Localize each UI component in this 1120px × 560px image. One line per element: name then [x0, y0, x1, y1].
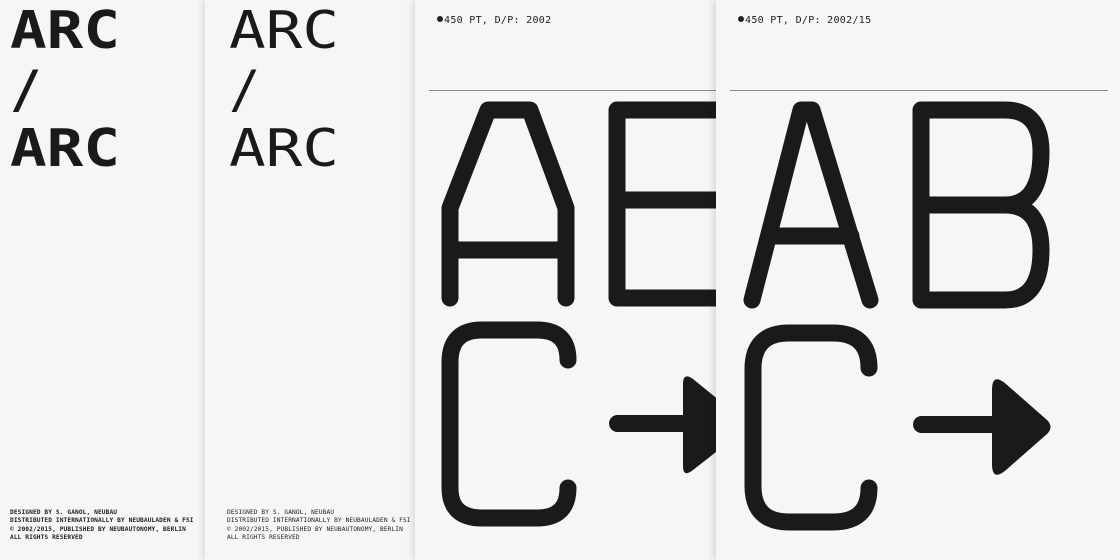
title-lettering: ARC / ARC: [229, 1, 339, 179]
title-lettering: ARC / ARC: [10, 1, 120, 179]
specimen-glyphs: [441, 101, 725, 527]
poster-sheet-light: ARC / ARC DESIGNED BY S. GANOL, NEUBAU D…: [205, 0, 425, 560]
title-slash: /: [229, 60, 260, 120]
specimen-sheet-pointed: 450 PT, D/P: 2002/15: [716, 0, 1120, 560]
credits-block: DESIGNED BY S. GANOL, NEUBAU DISTRIBUTED…: [227, 509, 411, 542]
title-line-2: ARC: [10, 119, 120, 179]
glyph-a: [441, 101, 575, 307]
glyph-b: [912, 101, 1050, 309]
title-line-1: ARC: [229, 1, 339, 61]
glyph-a: [743, 101, 879, 309]
title-slash: /: [10, 60, 41, 120]
glyph-b: [608, 101, 724, 307]
specimen-sheet-rounded: 450 PT, D/P: 2002: [415, 0, 725, 560]
poster-spread: ARC / ARC DESIGNED BY S. GANOL, NEUBAU D…: [0, 0, 1120, 560]
credit-line: © 2002/2015, PUBLISHED BY NEUBAUTONOMY, …: [10, 525, 186, 533]
credit-line: DISTRIBUTED INTERNATIONALLY BY NEUBAULAD…: [227, 517, 411, 525]
credit-line: © 2002/2015, PUBLISHED BY NEUBAUTONOMY, …: [227, 525, 403, 533]
glyph-c: [744, 324, 878, 531]
credit-line: ALL RIGHTS RESERVED: [227, 533, 300, 541]
title-line-2: ARC: [229, 119, 339, 179]
credit-line: DESIGNED BY S. GANOL, NEUBAU: [10, 509, 118, 517]
credits-block: DESIGNED BY S. GANOL, NEUBAU DISTRIBUTED…: [10, 509, 194, 542]
right-arrow-icon: [913, 379, 1051, 475]
poster-sheet-bold: ARC / ARC DESIGNED BY S. GANOL, NEUBAU D…: [0, 0, 210, 560]
glyph-c: [441, 321, 577, 527]
right-arrow-icon: [609, 376, 725, 474]
credit-line: ALL RIGHTS RESERVED: [10, 533, 83, 541]
credit-line: DESIGNED BY S. GANOL, NEUBAU: [227, 509, 335, 517]
title-line-1: ARC: [10, 1, 120, 61]
credit-line: DISTRIBUTED INTERNATIONALLY BY NEUBAULAD…: [10, 517, 194, 525]
specimen-glyphs: [743, 101, 1051, 531]
